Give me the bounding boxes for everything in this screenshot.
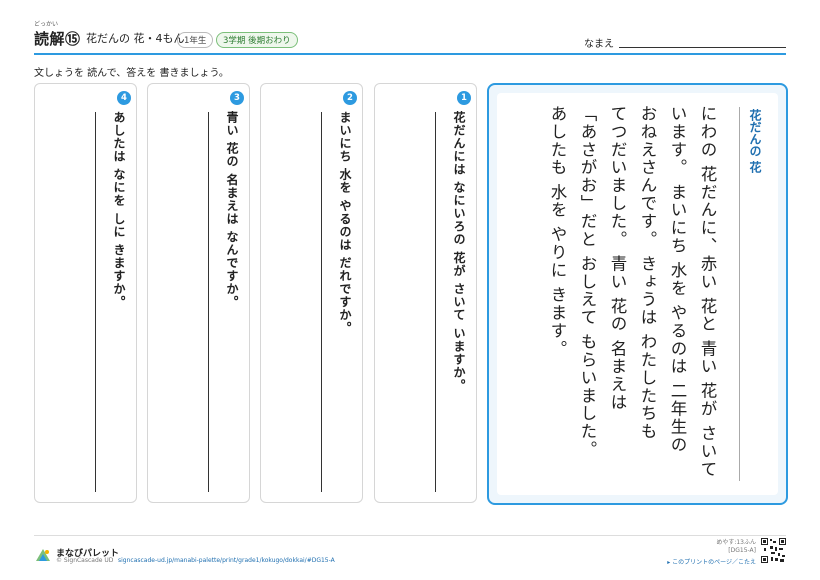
- time-estimate: めやす:13ふん: [716, 539, 756, 546]
- name-label: なまえ: [584, 39, 614, 50]
- answer-line[interactable]: [435, 112, 436, 492]
- title-furigana: どっかい: [34, 21, 59, 28]
- question-card-3: 3 青い 花の 名まえは なんですか。: [147, 83, 250, 503]
- worksheet-url-link[interactable]: signcascade-ud.jp/manabi-palette/print/g…: [118, 557, 335, 564]
- story-text: にわの 花だんに、赤い 花と 青い 花が さいて います。 まいにち 水を やる…: [542, 105, 722, 478]
- question-number-badge: 3: [230, 91, 244, 105]
- footer-divider: [34, 535, 786, 536]
- story-title: 花だんの 花: [748, 109, 762, 174]
- header-divider: [34, 53, 786, 55]
- worksheet-subtitle: 花だんの 花・4もん: [86, 32, 185, 45]
- story-divider: [739, 107, 740, 481]
- worksheet-title: 読解⑮: [34, 30, 81, 48]
- story-panel: 花だんの 花 にわの 花だんに、赤い 花と 青い 花が さいて います。 まいに…: [487, 83, 788, 505]
- story-line: おねえさんです。 きょうは わたしたちも: [638, 105, 657, 441]
- question-text: 青い 花の 名まえは なんですか。: [225, 111, 239, 309]
- story-line: てつだいました。 青い 花の 名まえは: [608, 105, 627, 412]
- answer-line[interactable]: [208, 112, 209, 492]
- palette-logo-icon: [36, 549, 50, 561]
- story-line: 「あさがお」だと おしえて もらいました。: [578, 105, 597, 459]
- qr-code-icon[interactable]: [761, 538, 786, 563]
- grade-badge: 1年生: [177, 32, 214, 48]
- answer-page-link[interactable]: ▸ このプリントのページ／こたえ: [667, 557, 756, 566]
- question-text: あしたは なにを しに きますか。: [112, 111, 126, 309]
- copyright-text: © SignCascade UD: [56, 557, 114, 564]
- question-card-2: 2 まいにち 水を やるのは だれですか。: [260, 83, 363, 503]
- worksheet-code: [DG15-A]: [728, 547, 756, 554]
- term-badge: 3学期 後期おわり: [216, 32, 298, 48]
- question-number-badge: 4: [117, 91, 131, 105]
- name-field[interactable]: [619, 47, 786, 48]
- question-card-1: 1 花だんには なにいろの 花が さいて いますか。: [374, 83, 477, 503]
- question-number-badge: 2: [343, 91, 357, 105]
- question-number-badge: 1: [457, 91, 471, 105]
- worksheet-header: どっかい 読解⑮ 花だんの 花・4もん 1年生 3学期 後期おわり なまえ: [34, 18, 786, 52]
- question-card-4: 4 あしたは なにを しに きますか。: [34, 83, 137, 503]
- story-body: 花だんの 花 にわの 花だんに、赤い 花と 青い 花が さいて います。 まいに…: [497, 93, 778, 495]
- instruction-text: 文しょうを 読んで、答えを 書きましょう。: [34, 68, 229, 79]
- question-text: 花だんには なにいろの 花が さいて いますか。: [452, 111, 466, 392]
- story-line: います。 まいにち 水を やるのは 二年生の: [668, 105, 687, 454]
- story-line: あしたも 水を やりに きます。: [548, 105, 567, 358]
- question-text: まいにち 水を やるのは だれですか。: [338, 111, 352, 335]
- answer-line[interactable]: [95, 112, 96, 492]
- answer-line[interactable]: [321, 112, 322, 492]
- story-line: にわの 花だんに、赤い 花と 青い 花が さいて: [698, 105, 717, 479]
